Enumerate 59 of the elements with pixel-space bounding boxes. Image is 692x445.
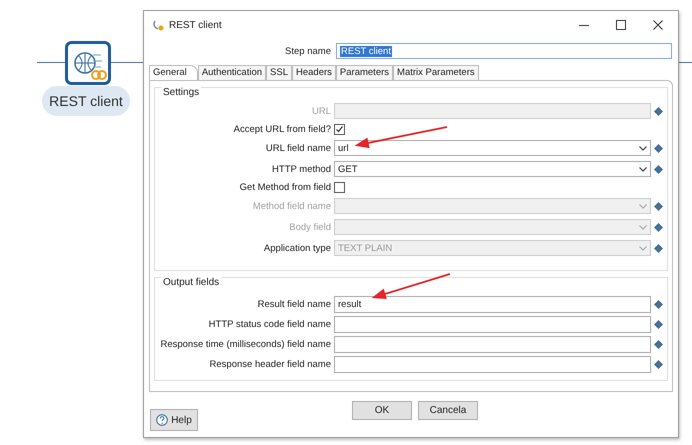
input-field[interactable] <box>334 356 651 373</box>
input-field[interactable] <box>334 316 651 333</box>
tab[interactable]: Parameters <box>336 65 394 80</box>
dropdown-field: TEXT PLAIN <box>334 240 651 256</box>
field-label: HTTP method <box>271 164 331 174</box>
variable-icon[interactable] <box>654 300 663 309</box>
step-name-field[interactable]: REST client <box>336 43 672 59</box>
help-button[interactable]: Help <box>150 409 198 431</box>
checkbox[interactable] <box>334 124 345 135</box>
tab[interactable]: SSL <box>266 65 292 80</box>
window-title: REST client <box>169 20 222 30</box>
close-icon[interactable] <box>653 20 663 30</box>
variable-icon[interactable] <box>654 340 663 349</box>
variable-icon[interactable] <box>654 144 663 152</box>
field-label: Result field name <box>256 299 331 310</box>
tab[interactable]: General <box>149 65 198 80</box>
variable-icon[interactable] <box>654 320 663 329</box>
step-label: REST client <box>42 86 130 116</box>
connector-line <box>111 62 144 63</box>
step-node-icon[interactable] <box>65 41 111 85</box>
input-field[interactable]: result <box>334 296 651 313</box>
variable-icon[interactable] <box>654 106 663 116</box>
tab[interactable]: Headers <box>292 65 336 80</box>
variable-icon[interactable] <box>654 244 663 252</box>
field-label: Body field <box>288 222 331 232</box>
connector-line <box>37 62 65 63</box>
field-label: URL field name <box>264 142 331 154</box>
variable-icon[interactable] <box>654 222 663 232</box>
field-label: URL <box>310 106 331 116</box>
dropdown-field[interactable]: GET <box>334 161 651 177</box>
group-title: Settings <box>161 87 202 98</box>
chevron-down-icon[interactable] <box>639 166 647 172</box>
help-icon <box>156 414 168 426</box>
maximize-icon[interactable] <box>616 20 626 30</box>
group-title: Output fields <box>161 277 222 288</box>
dialog-button[interactable]: OK <box>352 401 412 420</box>
field-label: Accept URL from field? <box>232 124 331 135</box>
field-label: Method field name <box>252 200 331 212</box>
chevron-down-icon[interactable] <box>639 146 647 150</box>
variable-icon[interactable] <box>654 202 663 210</box>
connector-line <box>679 62 692 63</box>
field-label: Get Method from field <box>238 182 331 193</box>
field-label: HTTP status code field name <box>208 319 331 330</box>
dropdown-field[interactable]: url <box>334 140 651 156</box>
chevron-down-icon <box>639 246 647 250</box>
chevron-down-icon <box>639 204 647 208</box>
field-label: Response header field name <box>208 359 331 370</box>
app-icon <box>152 19 164 31</box>
variable-icon[interactable] <box>654 164 663 174</box>
tab[interactable]: Matrix Parameters <box>393 65 479 80</box>
tab[interactable]: Authentication <box>198 65 266 80</box>
field-label: Step name <box>285 46 331 56</box>
variable-icon[interactable] <box>654 360 663 369</box>
dialog-button[interactable]: Cancela <box>418 401 478 420</box>
checkbox[interactable] <box>334 182 345 193</box>
field-label: Response time (milliseconds) field name <box>159 339 331 350</box>
input-field[interactable] <box>334 336 651 353</box>
chevron-down-icon <box>639 224 647 230</box>
field-label: Application type <box>262 242 331 254</box>
